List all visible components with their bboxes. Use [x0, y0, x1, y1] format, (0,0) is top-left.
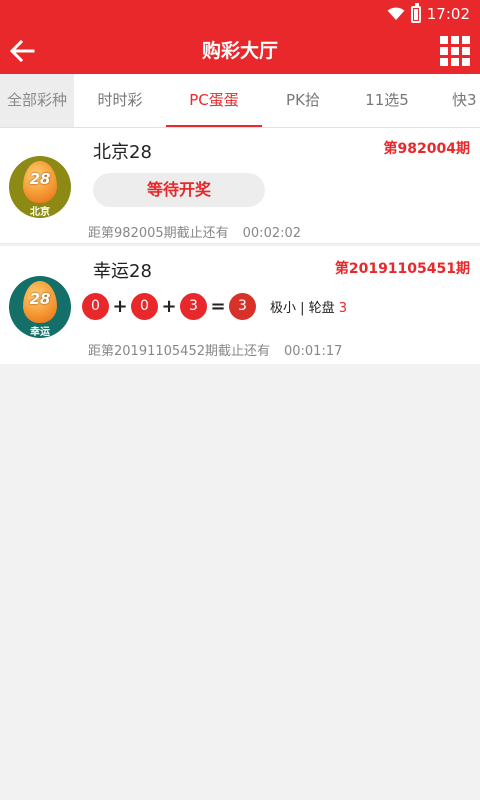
lottery-card-beijing28[interactable]: 28 北京 北京28 第982004期 等待开奖 距第982005期截止还有 00…	[0, 128, 480, 244]
countdown-time: 00:02:02	[242, 226, 302, 241]
grid-menu-icon	[440, 36, 448, 44]
tab-11x5[interactable]: 11选5	[344, 74, 430, 127]
wifi-icon	[387, 7, 405, 20]
equals-sign: =	[210, 295, 226, 317]
xingyun28-logo: 28 幸运	[9, 276, 71, 338]
beijing28-logo: 28 北京	[9, 156, 71, 218]
page-title: 购彩大厅	[201, 40, 278, 62]
countdown: 距第982005期截止还有 00:02:02	[88, 222, 301, 241]
grid-menu-button[interactable]	[440, 36, 470, 66]
status-bar: 17:02	[0, 0, 480, 28]
tab-pc-dandan[interactable]: PC蛋蛋	[166, 74, 262, 127]
status-icons: 17:02	[387, 2, 470, 24]
back-arrow-icon	[9, 39, 35, 63]
draw-ball: 3	[180, 292, 207, 320]
result-summary: 极小 | 轮盘 3	[270, 297, 347, 316]
result-number: 3	[338, 300, 348, 316]
lottery-name: 幸运28	[93, 261, 152, 282]
tab-all[interactable]: 全部彩种	[0, 74, 74, 127]
issue-number: 第982004期	[383, 141, 470, 157]
status-time: 17:02	[426, 5, 470, 23]
tab-pk10[interactable]: PK拾	[266, 74, 340, 127]
awaiting-draw-button[interactable]: 等待开奖	[93, 173, 265, 207]
lottery-card-xingyun28[interactable]: 28 幸运 幸运28 第20191105451期 0 + 0 + 3 = 3 极…	[0, 246, 480, 364]
countdown-label: 距第20191105452期截止还有	[88, 344, 270, 359]
category-tabs: 全部彩种 时时彩 PC蛋蛋 PK拾 11选5 快3	[0, 74, 480, 128]
draw-result: 0 + 0 + 3 = 3 极小 | 轮盘 3	[82, 292, 347, 320]
back-button[interactable]	[4, 33, 40, 69]
draw-ball: 0	[131, 292, 158, 320]
tab-kuai3[interactable]: 快3	[436, 74, 480, 127]
app-bar: 购彩大厅	[0, 28, 480, 74]
issue-number: 第20191105451期	[334, 261, 470, 277]
plus-sign: +	[112, 295, 128, 317]
draw-ball: 0	[82, 292, 109, 320]
countdown-label: 距第982005期截止还有	[88, 226, 229, 241]
countdown-time: 00:01:17	[283, 344, 343, 359]
draw-sum-ball: 3	[229, 292, 256, 320]
plus-sign: +	[161, 295, 177, 317]
battery-charging-icon	[410, 2, 421, 23]
tab-shishicai[interactable]: 时时彩	[80, 74, 160, 127]
lottery-name: 北京28	[93, 142, 152, 163]
countdown: 距第20191105452期截止还有 00:01:17	[88, 340, 342, 359]
result-text: 极小 | 轮盘	[270, 300, 335, 316]
